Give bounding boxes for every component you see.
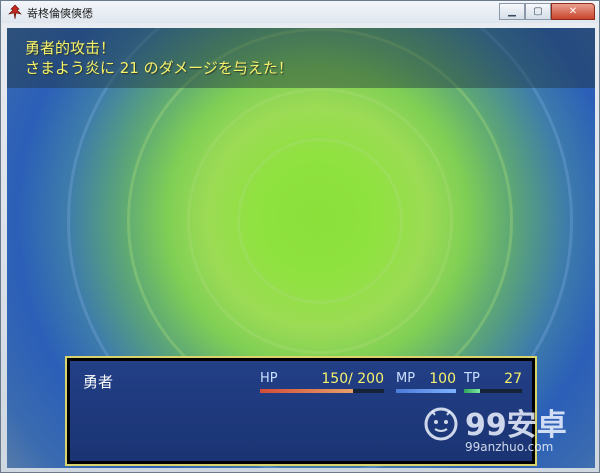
game-window: 嵜柊倫傸傸僁 ▁ ▢ ✕ 勇者的攻击！ さまよう炎に 21 のダメージを与えた！… xyxy=(0,0,600,473)
battle-log-line: 勇者的攻击！ xyxy=(25,39,116,57)
hp-gauge: HP 150/ 200 xyxy=(260,371,384,393)
tp-bar-track xyxy=(464,389,522,393)
battle-log-line: さまよう炎に 21 のダメージを与えた！ xyxy=(25,59,293,77)
minimize-icon: ▁ xyxy=(508,6,516,17)
hp-value: 150/ 200 xyxy=(321,371,384,387)
window-title: 嵜柊倫傸傸僁 xyxy=(27,7,93,20)
close-icon: ✕ xyxy=(568,6,578,17)
window-titlebar[interactable]: 嵜柊倫傸傸僁 ▁ ▢ ✕ xyxy=(1,1,599,23)
hp-label: HP xyxy=(260,371,278,386)
maximize-icon: ▢ xyxy=(533,6,543,17)
window-controls: ▁ ▢ ✕ xyxy=(499,3,595,20)
hp-bar-track xyxy=(260,389,384,393)
battle-scene[interactable]: 勇者的攻击！ さまよう炎に 21 のダメージを与えた！ 勇者 HP 150/ 2… xyxy=(7,28,595,468)
watermark-title: 99安卓 xyxy=(465,408,567,443)
maximize-button[interactable]: ▢ xyxy=(525,3,551,20)
tp-bar-fill xyxy=(464,389,480,393)
hp-bar-fill xyxy=(260,389,353,393)
watermark-url: 99anzhuo.com xyxy=(465,440,554,454)
mp-value: 100 xyxy=(429,371,456,387)
actor-name: 勇者 xyxy=(83,373,114,391)
site-watermark: 99安卓 99anzhuo.com xyxy=(421,398,581,460)
close-button[interactable]: ✕ xyxy=(551,3,595,20)
tp-gauge: TP 27 xyxy=(464,371,522,393)
app-icon[interactable] xyxy=(7,4,23,20)
tp-value: 27 xyxy=(504,371,522,387)
watermark-logo-icon xyxy=(424,407,458,441)
mp-label: MP xyxy=(396,371,416,386)
minimize-button[interactable]: ▁ xyxy=(499,3,525,20)
battle-log: 勇者的攻击！ さまよう炎に 21 のダメージを与えた！ xyxy=(7,28,595,88)
party-member-row[interactable]: 勇者 HP 150/ 200 MP 100 TP 27 xyxy=(70,371,532,393)
mp-gauge: MP 100 xyxy=(396,371,456,393)
mp-bar-fill xyxy=(396,389,456,393)
mp-bar-track xyxy=(396,389,456,393)
tp-label: TP xyxy=(464,371,480,386)
